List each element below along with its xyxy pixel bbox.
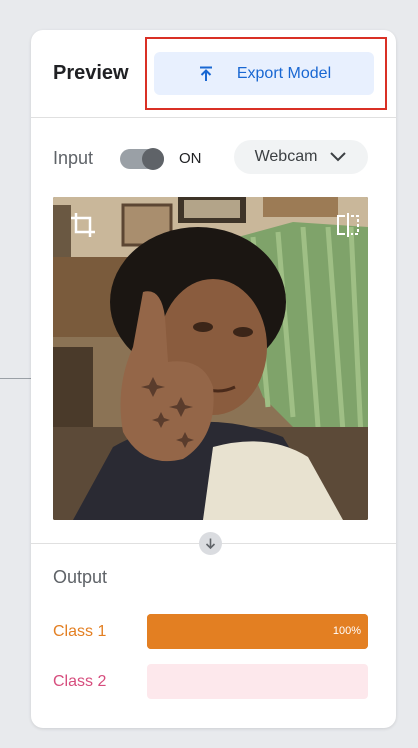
- preview-panel: Preview Export Model Input ON Webcam Out…: [31, 30, 396, 728]
- input-source-dropdown[interactable]: Webcam: [234, 140, 368, 174]
- upload-arrow-icon: [199, 66, 212, 81]
- export-model-label: Export Model: [236, 64, 332, 82]
- confidence-bar-track: 100%: [147, 614, 368, 649]
- class-name: Class 2: [53, 673, 107, 690]
- input-toggle[interactable]: [120, 148, 164, 170]
- webcam-frame-image: [53, 197, 368, 520]
- confidence-bar-track: [147, 664, 368, 699]
- input-source-value: Webcam: [254, 148, 318, 165]
- preview-header: Preview Export Model: [31, 30, 396, 118]
- class-row-1: Class 1 100%: [53, 614, 373, 650]
- arrow-down-icon: [199, 532, 222, 555]
- export-model-button[interactable]: Export Model: [154, 52, 374, 95]
- toggle-knob: [142, 148, 164, 170]
- input-row: Input ON Webcam: [53, 140, 373, 176]
- class-row-2: Class 2: [53, 664, 373, 700]
- output-label: Output: [53, 567, 108, 587]
- toggle-state-label: ON: [179, 150, 202, 167]
- page-title: Preview: [53, 62, 129, 84]
- input-label: Input: [53, 148, 94, 168]
- webcam-preview: [53, 197, 368, 520]
- crop-icon[interactable]: [69, 211, 97, 239]
- flip-horizontal-icon[interactable]: [334, 211, 362, 239]
- confidence-percent: 100%: [332, 625, 361, 637]
- graph-connector-line: [0, 378, 32, 379]
- chevron-down-icon: [330, 152, 347, 162]
- class-name: Class 1: [53, 623, 107, 640]
